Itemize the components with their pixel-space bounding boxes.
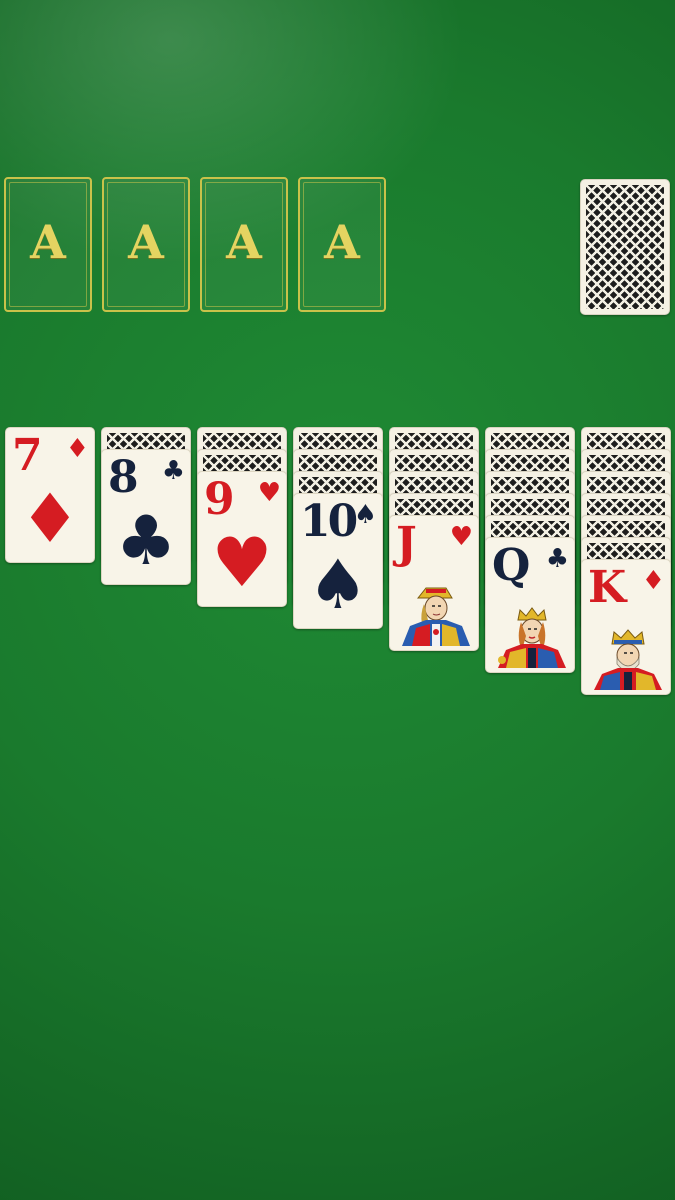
foundation-pile-4[interactable]: A	[298, 177, 386, 312]
diamond-icon: ♦	[65, 434, 89, 464]
card-rank: 8	[108, 452, 139, 503]
heart-icon: ♥	[449, 522, 473, 552]
foundation-ace-label: A	[30, 215, 66, 269]
diamond-icon: ♦	[641, 566, 665, 596]
game-table: A A A A 7 ♦ ♦ 8 ♣ ♣ 9 ♥ ♥ 10 ♠ ♠ J ♥ Q ♣…	[0, 0, 675, 1200]
tableau-card-jack-hearts[interactable]: J ♥	[389, 515, 479, 651]
foundation-pile-2[interactable]: A	[102, 177, 190, 312]
tableau-card-7-diamonds[interactable]: 7 ♦ ♦	[5, 427, 95, 563]
king-portrait-icon	[588, 628, 664, 690]
jack-portrait-icon	[396, 584, 472, 646]
heart-icon: ♥	[211, 524, 273, 603]
tableau-card-9-hearts[interactable]: 9 ♥ ♥	[197, 471, 287, 607]
club-icon: ♣	[545, 544, 569, 574]
tableau-card-queen-clubs[interactable]: Q ♣	[485, 537, 575, 673]
spade-icon: ♠	[307, 546, 369, 625]
tableau-card-king-diamonds[interactable]: K ♦	[581, 559, 671, 695]
card-back-pattern	[586, 185, 664, 309]
club-icon: ♣	[115, 502, 177, 581]
card-rank: Q	[492, 540, 530, 591]
foundation-pile-3[interactable]: A	[200, 177, 288, 312]
card-rank: 9	[204, 474, 235, 525]
spade-icon: ♠	[353, 500, 377, 530]
foundation-ace-label: A	[324, 215, 360, 269]
card-rank: 10	[300, 496, 358, 547]
diamond-icon: ♦	[19, 480, 81, 559]
tableau-card-8-clubs[interactable]: 8 ♣ ♣	[101, 449, 191, 585]
heart-icon: ♥	[257, 478, 281, 508]
club-icon: ♣	[161, 456, 185, 486]
foundation-ace-label: A	[128, 215, 164, 269]
card-rank: 7	[12, 430, 43, 481]
foundation-ace-label: A	[226, 215, 262, 269]
tableau-card-10-spades[interactable]: 10 ♠ ♠	[293, 493, 383, 629]
card-rank: K	[588, 562, 626, 613]
foundation-pile-1[interactable]: A	[4, 177, 92, 312]
stock-pile[interactable]	[580, 179, 670, 315]
card-rank: J	[396, 518, 417, 569]
queen-portrait-icon	[492, 606, 568, 668]
